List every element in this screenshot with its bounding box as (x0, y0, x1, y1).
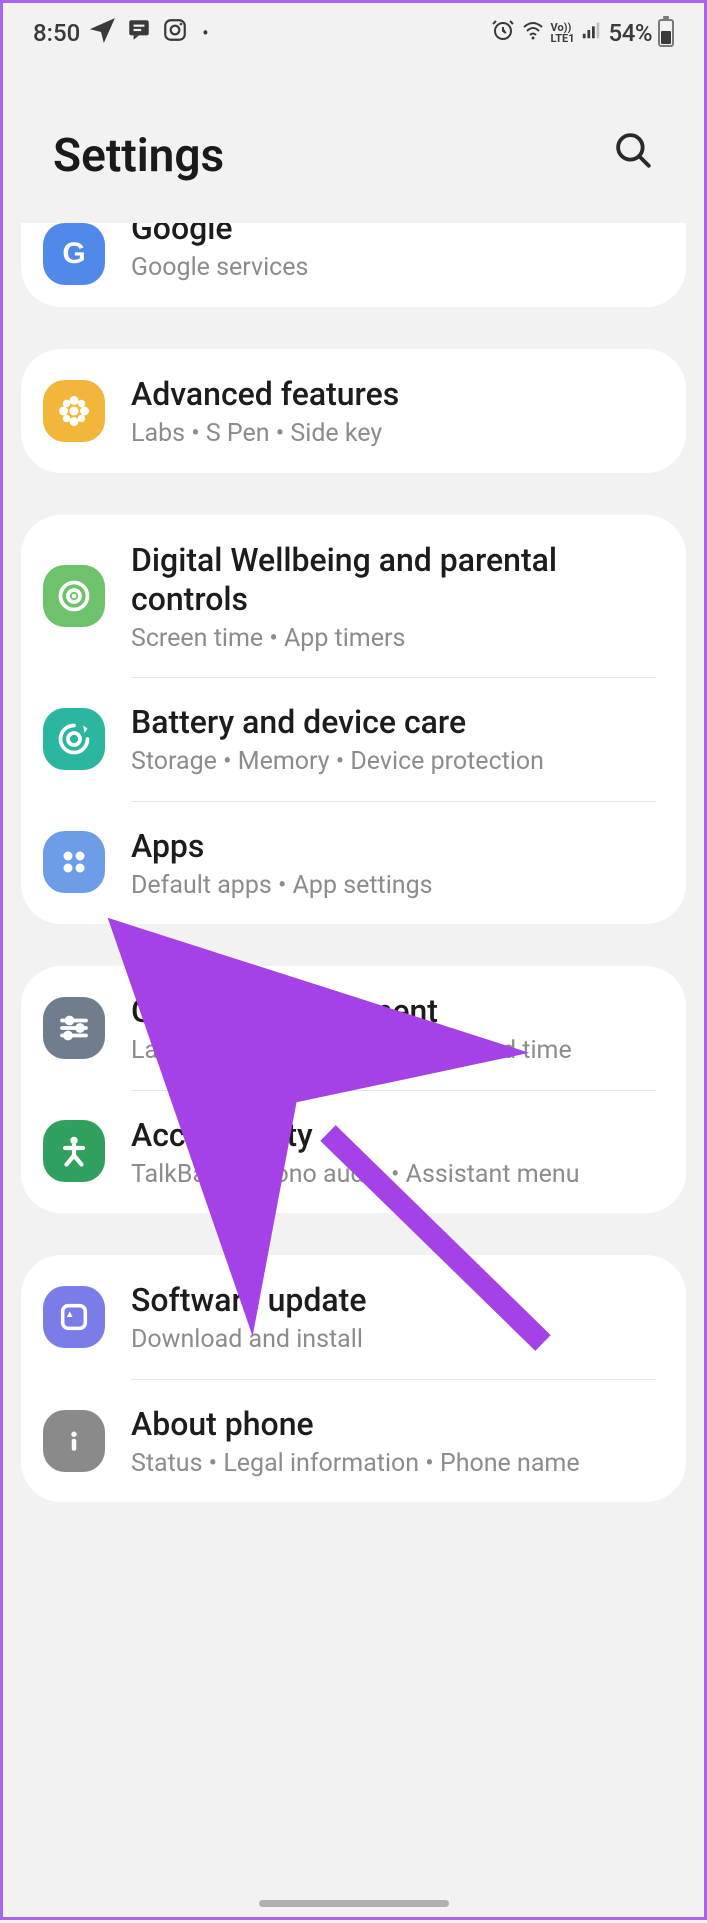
settings-item-subtitle: Download and install (131, 1324, 666, 1357)
settings-item-text: Advanced features Labs • S Pen • Side key (131, 371, 666, 451)
home-indicator (259, 1900, 449, 1907)
settings-group: General management Language and keyboard … (21, 966, 686, 1213)
battery-icon (658, 19, 674, 47)
settings-group: G Google Google services (21, 223, 686, 307)
settings-item-subtitle: Labs • S Pen • Side key (131, 418, 666, 451)
google-icon: G (43, 223, 105, 285)
settings-item-subtitle: Language and keyboard • Date and time (131, 1035, 666, 1068)
instagram-icon (162, 17, 188, 49)
settings-item-software-update[interactable]: Software update Download and install (21, 1255, 686, 1379)
settings-item-text: Battery and device care Storage • Memory … (131, 699, 666, 779)
gear-flower-icon (43, 380, 105, 442)
signal-icon (581, 19, 603, 47)
settings-item-title: Digital Wellbeing and parental controls (131, 541, 666, 619)
more-dot-icon: • (202, 23, 208, 44)
settings-item-subtitle: TalkBack • Mono audio • Assistant menu (131, 1159, 666, 1192)
chat-icon (126, 17, 152, 49)
wifi-icon (521, 18, 545, 48)
settings-item-title: About phone (131, 1405, 666, 1444)
volte-icon: Vo))LTE1 (551, 22, 575, 44)
status-time: 8:50 (33, 19, 80, 47)
settings-group: Software update Download and install About… (21, 1255, 686, 1502)
update-icon (43, 1286, 105, 1348)
settings-item-accessibility[interactable]: Accessibility TalkBack • Mono audio • Ass… (21, 1090, 686, 1214)
settings-group: Digital Wellbeing and parental controls S… (21, 515, 686, 925)
settings-item-subtitle: Storage • Memory • Device protection (131, 746, 666, 779)
settings-header: Settings (3, 59, 704, 223)
settings-item-subtitle: Google services (131, 252, 666, 285)
settings-item-advanced-features[interactable]: Advanced features Labs • S Pen • Side key (21, 349, 686, 473)
info-icon (43, 1410, 105, 1472)
settings-item-title: Advanced features (131, 375, 666, 414)
settings-item-text: About phone Status • Legal information • … (131, 1401, 666, 1481)
settings-item-title: Apps (131, 827, 666, 866)
search-icon[interactable] (612, 129, 654, 183)
apps-icon (43, 831, 105, 893)
settings-item-google[interactable]: G Google Google services (21, 223, 686, 307)
svg-text:G: G (62, 237, 85, 270)
settings-item-title: Google (131, 223, 666, 248)
settings-item-title: General management (131, 992, 666, 1031)
settings-item-about-phone[interactable]: About phone Status • Legal information • … (21, 1379, 686, 1503)
alarm-icon (491, 18, 515, 48)
settings-item-general-management[interactable]: General management Language and keyboard … (21, 966, 686, 1090)
sliders-icon (43, 997, 105, 1059)
settings-item-text: Accessibility TalkBack • Mono audio • Ass… (131, 1112, 666, 1192)
status-bar: 8:50 • Vo))LTE1 54% (3, 3, 704, 59)
send-icon (90, 17, 116, 49)
accessibility-icon (43, 1120, 105, 1182)
settings-item-text: Google Google services (131, 223, 666, 285)
settings-item-text: General management Language and keyboard … (131, 988, 666, 1068)
settings-group: Advanced features Labs • S Pen • Side key (21, 349, 686, 473)
settings-item-device-care[interactable]: Battery and device care Storage • Memory … (21, 677, 686, 801)
settings-item-title: Accessibility (131, 1116, 666, 1155)
settings-item-digital-wellbeing[interactable]: Digital Wellbeing and parental controls S… (21, 515, 686, 678)
settings-item-text: Software update Download and install (131, 1277, 666, 1357)
device-care-icon (43, 708, 105, 770)
settings-item-subtitle: Status • Legal information • Phone name (131, 1448, 666, 1481)
settings-list[interactable]: G Google Google services Advanced features L… (3, 223, 704, 1584)
settings-item-text: Digital Wellbeing and parental controls S… (131, 537, 666, 656)
page-title: Settings (53, 129, 224, 183)
settings-item-title: Software update (131, 1281, 666, 1320)
settings-item-title: Battery and device care (131, 703, 666, 742)
settings-item-text: Apps Default apps • App settings (131, 823, 666, 903)
battery-percent: 54% (609, 19, 652, 47)
wellbeing-icon (43, 565, 105, 627)
settings-item-subtitle: Screen time • App timers (131, 623, 666, 656)
settings-item-subtitle: Default apps • App settings (131, 870, 666, 903)
settings-item-apps[interactable]: Apps Default apps • App settings (21, 801, 686, 925)
